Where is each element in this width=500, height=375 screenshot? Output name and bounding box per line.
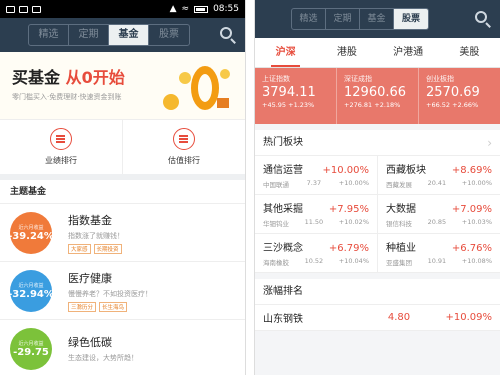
- stock-screen: 精选 定期 基金 股票 沪深 港股 沪港通 美股 上证指数 3794.11 +4…: [254, 0, 500, 375]
- app-header: 精选 定期 基金 股票: [0, 18, 245, 52]
- fund-tag: 长生海鸟: [99, 301, 128, 312]
- fund-name: 指数基金: [68, 213, 112, 227]
- status-bar: ▲ ≈ 08:55: [0, 0, 245, 18]
- hot-sectors-header[interactable]: 热门板块 ›: [255, 130, 500, 156]
- tab-selected[interactable]: 精选: [292, 9, 326, 29]
- app-header: 精选 定期 基金 股票: [255, 0, 500, 38]
- search-icon[interactable]: [474, 10, 492, 28]
- tab-shanghai-shenzhen[interactable]: 沪深: [255, 38, 316, 67]
- sector-cell[interactable]: 种植业 +6.76% 亚盛集团 10.91 +10.08%: [377, 234, 500, 272]
- sector-cell[interactable]: 西藏板块 +8.69% 西藏发展 20.41 +10.00%: [377, 156, 500, 194]
- sector-row: 其他采掘 +7.95% 华钿钨业 11.50 +10.02% 大数据 +7.09% 银信…: [255, 195, 500, 234]
- fund-screen: ▲ ≈ 08:55 精选 定期 基金 股票 买基金 从0开始 零门槛买入·免费理…: [0, 0, 246, 375]
- hot-sectors-grid: 通信运营 +10.00% 中国联通 7.37 +10.00% 西藏板块 +8.69% 西…: [255, 156, 500, 273]
- tab-fund[interactable]: 基金: [360, 9, 394, 29]
- fund-tag: 大家感: [68, 243, 91, 254]
- fund-item[interactable]: 近六月收益 -29.75 绿色低碳 生态建设，大势所趋！: [0, 320, 245, 375]
- image-icon: [19, 5, 28, 13]
- list-icon: [50, 128, 72, 150]
- coin-illustration-icon: [163, 66, 230, 110]
- market-tabs: 沪深 港股 沪港通 美股: [255, 38, 500, 68]
- tab-selected[interactable]: 精选: [29, 25, 69, 45]
- promo-banner[interactable]: 买基金 从0开始 零门槛买入·免费理财·快速资金到账: [0, 52, 245, 120]
- index-panel: 上证指数 3794.11 +45.95 +1.23% 深证成指 12960.66…: [255, 68, 500, 124]
- quick-links: 业绩排行 估值排行: [0, 120, 245, 180]
- wifi-icon: ≈: [181, 4, 190, 14]
- index-card[interactable]: 深证成指 12960.66 +276.81 +2.18%: [336, 68, 418, 124]
- index-card[interactable]: 创业板指 2570.69 +66.52 +2.66%: [418, 68, 500, 124]
- chevron-right-icon: ›: [487, 136, 492, 150]
- tab-us-stocks[interactable]: 美股: [439, 38, 500, 67]
- fund-item[interactable]: 近六月收益 -32.94% 医疗健康 慢慢养老？不如投资医疗！ 三滁历分 长生海…: [0, 262, 245, 320]
- nav-tabs: 精选 定期 基金 股票: [291, 8, 429, 30]
- battery-icon: [194, 5, 209, 13]
- fund-name: 绿色低碳: [68, 336, 112, 349]
- chart-icon: [173, 128, 195, 150]
- fund-return-badge: 近六月收益 -29.75: [10, 327, 52, 370]
- tab-sh-hk-connect[interactable]: 沪港通: [378, 38, 439, 67]
- fund-desc: 指数涨了就赚钱！: [68, 231, 124, 240]
- sector-row: 通信运营 +10.00% 中国联通 7.37 +10.00% 西藏板块 +8.69% 西…: [255, 156, 500, 195]
- signal-icon: ▲: [169, 4, 177, 14]
- tab-stock[interactable]: 股票: [149, 25, 189, 45]
- fund-item[interactable]: 近六月收益 -39.24% 指数基金 指数涨了就赚钱！ 大家感 长期投资: [0, 204, 245, 262]
- tab-fixed-term[interactable]: 定期: [69, 25, 109, 45]
- nav-tabs: 精选 定期 基金 股票: [28, 24, 190, 46]
- notification-icon: [6, 5, 15, 13]
- sector-row: 三沙概念 +6.79% 海南橡胶 10.52 +10.04% 种植业 +6.76% 亚盛…: [255, 234, 500, 273]
- tab-fund[interactable]: 基金: [109, 25, 149, 45]
- index-card[interactable]: 上证指数 3794.11 +45.95 +1.23%: [255, 68, 336, 124]
- sector-cell[interactable]: 大数据 +7.09% 银信科技 20.85 +10.03%: [377, 195, 500, 233]
- tab-hk-stocks[interactable]: 港股: [316, 38, 377, 67]
- fund-return-badge: 近六月收益 -39.24%: [8, 211, 54, 254]
- status-time: 08:55: [213, 4, 239, 14]
- tab-stock[interactable]: 股票: [394, 9, 428, 29]
- valuation-ranking-link[interactable]: 估值排行: [122, 120, 245, 174]
- sector-cell[interactable]: 三沙概念 +6.79% 海南橡胶 10.52 +10.04%: [255, 234, 377, 272]
- fund-return-badge: 近六月收益 -32.94%: [8, 269, 54, 312]
- fund-desc: 生态建设，大势所趋！: [68, 354, 138, 362]
- mail-icon: [32, 5, 41, 13]
- sector-cell[interactable]: 通信运营 +10.00% 中国联通 7.37 +10.00%: [255, 156, 377, 194]
- gain-ranking-header[interactable]: 涨幅排名: [255, 279, 500, 305]
- fund-name: 医疗健康: [68, 271, 112, 285]
- tab-fixed-term[interactable]: 定期: [326, 9, 360, 29]
- fund-tag: 三滁历分: [68, 301, 97, 312]
- rank-row[interactable]: 山东钢铁 4.80 +10.09%: [255, 305, 500, 331]
- sector-cell[interactable]: 其他采掘 +7.95% 华钿钨业 11.50 +10.02%: [255, 195, 377, 233]
- fund-tag: 长期投资: [93, 243, 122, 254]
- fund-desc: 慢慢养老？不如投资医疗！: [68, 289, 152, 298]
- search-icon[interactable]: [219, 26, 237, 44]
- theme-funds-title: 主题基金: [0, 180, 245, 204]
- performance-ranking-link[interactable]: 业绩排行: [0, 120, 122, 174]
- screenshot-stage: ▲ ≈ 08:55 精选 定期 基金 股票 买基金 从0开始 零门槛买入·免费理…: [0, 0, 500, 375]
